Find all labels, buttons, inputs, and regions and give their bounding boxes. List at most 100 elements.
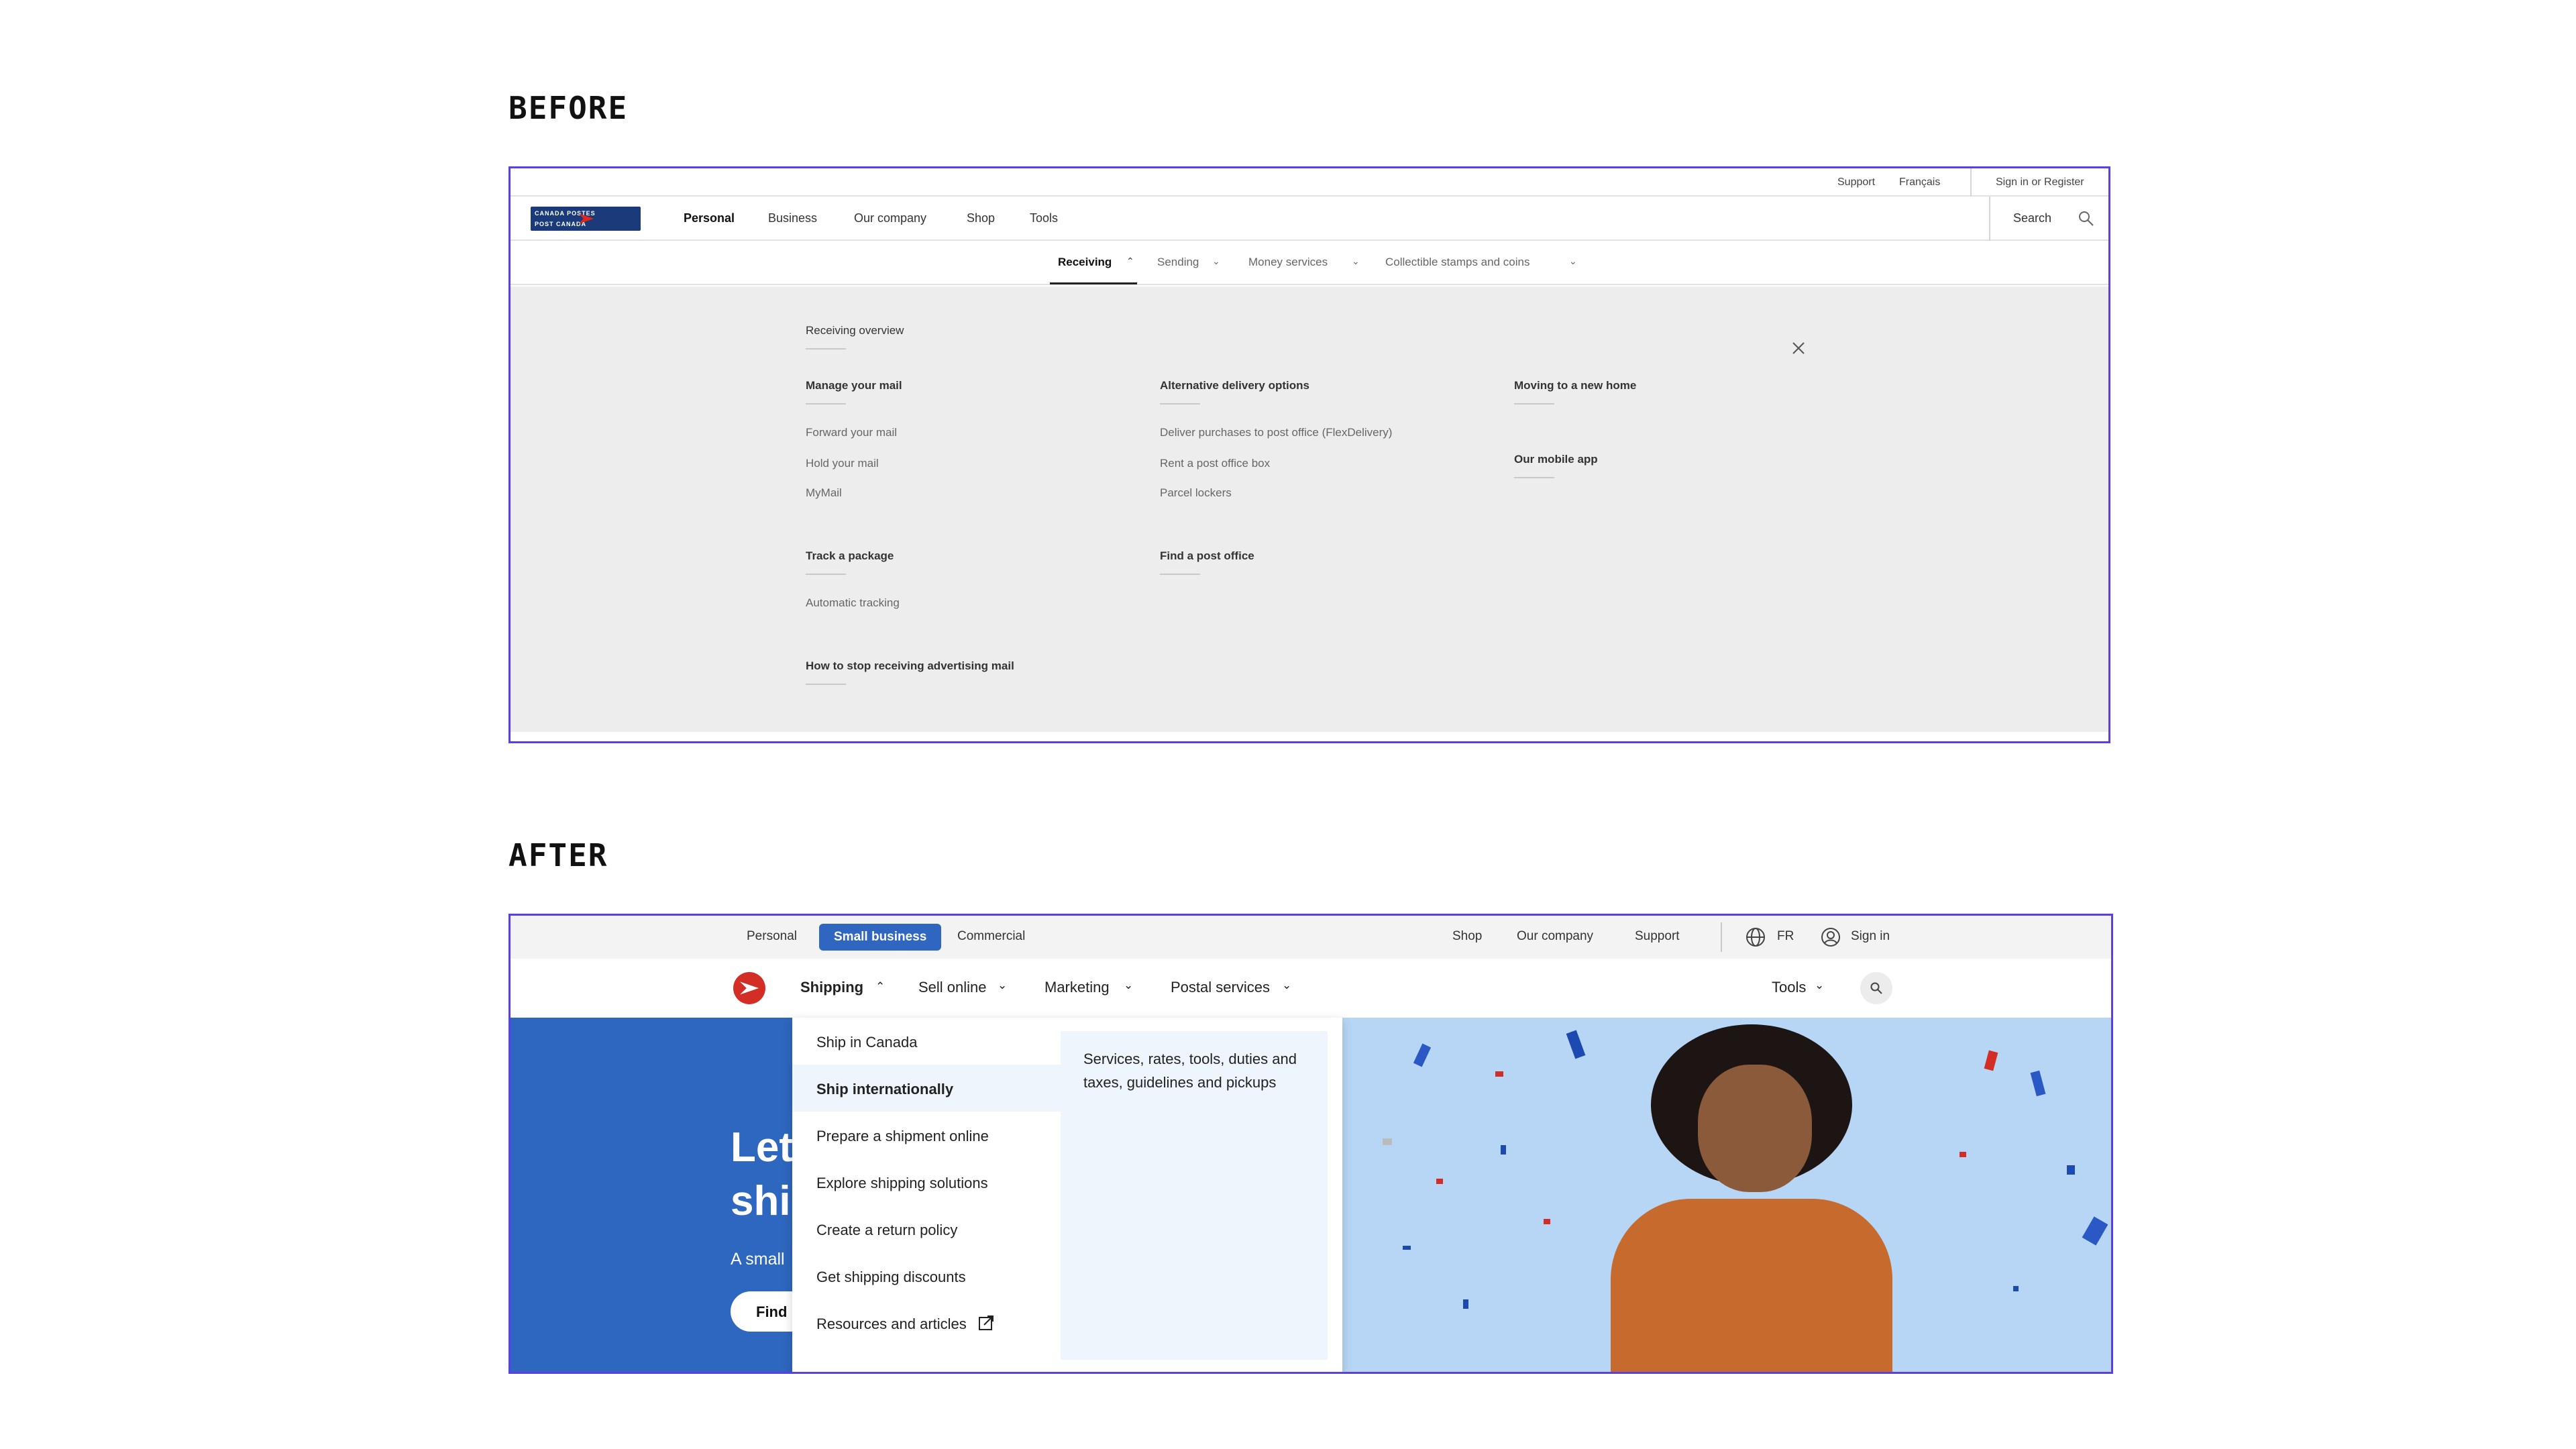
support-link[interactable]: Support (1635, 929, 1680, 944)
support-link[interactable]: Support (1837, 176, 1875, 189)
alt-delivery-heading[interactable]: Alternative delivery options (1160, 379, 1309, 392)
dropdown-item-explore-solutions[interactable]: Explore shipping solutions (792, 1159, 1061, 1205)
nav-personal[interactable]: Personal (684, 211, 735, 225)
comparison-canvas: BEFORE Support Français Sign in or Regis… (0, 0, 2576, 1449)
divider (1989, 197, 1990, 241)
hero-subtitle: A small (731, 1250, 785, 1269)
logo-icon (740, 981, 759, 995)
chevron-up-icon: ⌃ (1126, 256, 1134, 266)
before-heading: BEFORE (508, 90, 629, 126)
subnav-stamps-coins[interactable]: Collectible stamps and coins (1385, 256, 1529, 269)
mymail-link[interactable]: MyMail (806, 486, 842, 500)
chevron-down-icon: ⌄ (1124, 979, 1134, 991)
chevron-down-icon: ⌄ (998, 979, 1008, 991)
person-face (1698, 1065, 1812, 1192)
resources-label: Resources and articles (816, 1316, 967, 1332)
dropdown-item-ship-international[interactable]: Ship internationally (792, 1065, 1061, 1112)
chevron-down-icon: ⌄ (1569, 256, 1577, 266)
close-icon[interactable] (1790, 340, 1807, 356)
divider (806, 403, 846, 405)
forward-mail-link[interactable]: Forward your mail (806, 426, 897, 439)
segment-commercial[interactable]: Commercial (957, 929, 1025, 944)
confetti (1495, 1071, 1503, 1077)
dropdown-item-resources[interactable]: Resources and articles (792, 1299, 1061, 1346)
hero-title-line2: shi (731, 1178, 791, 1224)
nav-business[interactable]: Business (768, 211, 817, 225)
divider (1514, 477, 1554, 478)
confetti (2030, 1070, 2046, 1097)
subnav-money-services[interactable]: Money services (1248, 256, 1328, 269)
canada-post-logo[interactable] (733, 972, 765, 1004)
canada-post-logo[interactable]: CANADA POSTES POST CANADA (531, 207, 641, 231)
sign-in-link[interactable]: Sign in (1851, 929, 1890, 944)
logo-text-top: CANADA POSTES (535, 210, 596, 217)
confetti (2013, 1286, 2019, 1291)
after-main-nav: Shipping ⌃ Sell online ⌄ Marketing ⌄ Pos… (511, 959, 2111, 1018)
flexdelivery-link[interactable]: Deliver purchases to post office (FlexDe… (1160, 426, 1392, 439)
subnav-receiving[interactable]: Receiving (1058, 256, 1112, 269)
confetti (1544, 1219, 1550, 1224)
chevron-down-icon: ⌄ (1352, 256, 1360, 266)
confetti (1566, 1030, 1586, 1059)
language-toggle[interactable]: FR (1777, 929, 1794, 944)
before-screenshot: Support Français Sign in or Register CAN… (508, 166, 2110, 743)
moving-heading[interactable]: Moving to a new home (1514, 379, 1636, 392)
external-link-icon (979, 1316, 994, 1330)
after-utility-bar: Personal Small business Commercial Shop … (511, 916, 2111, 959)
dropdown-item-return-policy[interactable]: Create a return policy (792, 1205, 1061, 1252)
confetti (2067, 1165, 2075, 1175)
nav-tools[interactable]: Tools (1030, 211, 1058, 225)
search-icon[interactable] (2078, 210, 2095, 227)
hero-photo (1342, 1018, 2111, 1372)
dropdown-item-ship-canada[interactable]: Ship in Canada (792, 1018, 1061, 1065)
divider (1160, 574, 1200, 575)
divider (806, 684, 846, 685)
confetti (1960, 1152, 1966, 1157)
confetti (1463, 1299, 1468, 1309)
nav-sell-online[interactable]: Sell online (918, 979, 987, 996)
user-icon[interactable] (1820, 926, 1841, 948)
segment-personal[interactable]: Personal (747, 929, 797, 944)
search-button[interactable] (1860, 972, 1892, 1004)
mobile-app-heading[interactable]: Our mobile app (1514, 453, 1598, 466)
automatic-tracking-link[interactable]: Automatic tracking (806, 596, 900, 610)
search-icon (1870, 982, 1882, 994)
segment-small-business[interactable]: Small business (819, 924, 942, 951)
confetti (2082, 1216, 2108, 1246)
sign-in-link[interactable]: Sign in or Register (1996, 176, 2084, 189)
language-link[interactable]: Français (1899, 176, 1940, 189)
our-company-link[interactable]: Our company (1517, 929, 1593, 944)
globe-icon[interactable] (1745, 926, 1766, 948)
divider (1721, 922, 1722, 952)
chevron-down-icon: ⌄ (1815, 979, 1825, 991)
subnav-sending[interactable]: Sending (1157, 256, 1199, 269)
nav-postal-services[interactable]: Postal services (1171, 979, 1270, 996)
nav-shop[interactable]: Shop (967, 211, 995, 225)
person-shirt (1611, 1199, 1892, 1372)
before-main-nav: CANADA POSTES POST CANADA Personal Busin… (511, 197, 2108, 241)
confetti (1413, 1043, 1432, 1067)
manage-mail-heading[interactable]: Manage your mail (806, 379, 902, 392)
shipping-dropdown: Ship in Canada Ship internationally Prep… (792, 1018, 1342, 1372)
dropdown-description-panel: Services, rates, tools, duties and taxes… (1061, 1031, 1328, 1360)
search-label[interactable]: Search (2013, 211, 2051, 225)
hero-title-line1: Let (731, 1124, 793, 1171)
track-package-heading[interactable]: Track a package (806, 549, 894, 563)
stop-ad-mail-heading[interactable]: How to stop receiving advertising mail (806, 659, 1014, 673)
parcel-lockers-link[interactable]: Parcel lockers (1160, 486, 1232, 500)
nav-our-company[interactable]: Our company (854, 211, 926, 225)
nav-marketing[interactable]: Marketing (1044, 979, 1110, 996)
hold-mail-link[interactable]: Hold your mail (806, 457, 879, 470)
confetti (1403, 1246, 1411, 1250)
divider (1514, 403, 1554, 405)
po-box-link[interactable]: Rent a post office box (1160, 457, 1270, 470)
shop-link[interactable]: Shop (1452, 929, 1482, 944)
after-screenshot: Personal Small business Commercial Shop … (508, 914, 2113, 1374)
dropdown-description: Services, rates, tools, duties and taxes… (1083, 1051, 1297, 1091)
receiving-overview-link[interactable]: Receiving overview (806, 324, 904, 337)
nav-shipping[interactable]: Shipping (800, 979, 863, 996)
find-post-office-heading[interactable]: Find a post office (1160, 549, 1254, 563)
dropdown-item-shipping-discounts[interactable]: Get shipping discounts (792, 1252, 1061, 1299)
dropdown-item-prepare-shipment[interactable]: Prepare a shipment online (792, 1112, 1061, 1159)
nav-tools[interactable]: Tools (1772, 979, 1806, 996)
